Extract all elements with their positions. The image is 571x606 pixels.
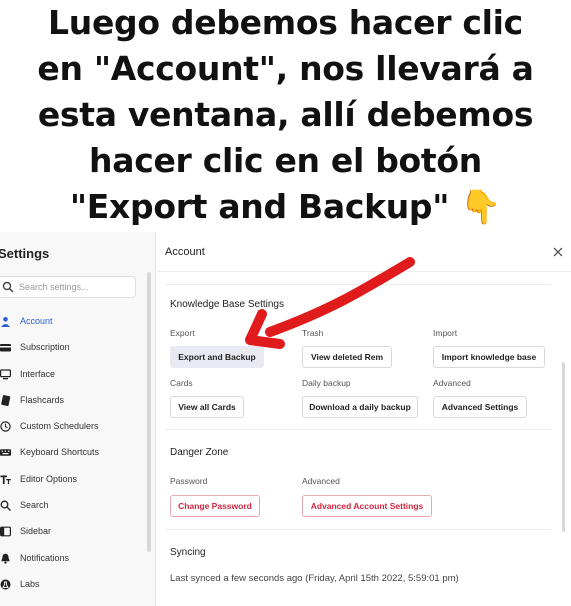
- panel-header: Account: [157, 232, 571, 272]
- import-knowledge-base-button[interactable]: Import knowledge base: [433, 346, 545, 368]
- download-daily-backup-button[interactable]: Download a daily backup: [302, 396, 418, 418]
- view-deleted-rem-button[interactable]: View deleted Rem: [302, 346, 392, 368]
- sidebar-item-label: Custom Schedulers: [20, 421, 99, 432]
- sidebar-item-label: Labs: [20, 578, 40, 589]
- search-icon: [2, 281, 14, 293]
- section-divider: [165, 529, 551, 530]
- knowledge-base-title: Knowledge Base Settings: [170, 299, 284, 310]
- search-icon: [0, 500, 11, 512]
- bell-icon: [1, 553, 10, 564]
- clock-icon: [0, 421, 11, 432]
- sidebar-item-interface[interactable]: Interface: [0, 361, 150, 387]
- caption-line: hacer clic en el botón: [89, 141, 482, 180]
- user-icon: [1, 317, 10, 327]
- sidebar-item-label: Notifications: [20, 552, 70, 563]
- danger-zone-title: Danger Zone: [170, 447, 229, 458]
- section-divider: [165, 284, 551, 285]
- sidebar-item-label: Search: [20, 500, 49, 511]
- sidebar-title: Settings: [0, 246, 50, 261]
- sidebar-item-account[interactable]: Account: [0, 308, 150, 334]
- sidebar-item-keyboard-shortcuts[interactable]: Keyboard Shortcuts: [0, 439, 150, 465]
- caption-line: en "Account", nos llevará a: [37, 49, 534, 88]
- sidebar-item-label: Subscription: [20, 342, 70, 353]
- sidebar-item-label: Keyboard Shortcuts: [20, 447, 100, 458]
- page-title: Account: [165, 246, 205, 258]
- sidebar-icon: [0, 526, 11, 537]
- search-settings-input[interactable]: Search settings...: [0, 276, 136, 298]
- sidebar-item-sidebar[interactable]: Sidebar: [0, 518, 150, 544]
- caption-line: esta ventana, allí debemos: [37, 95, 534, 134]
- sidebar-item-label: Flashcards: [20, 394, 65, 405]
- card-icon: [0, 344, 11, 352]
- view-all-cards-button[interactable]: View all Cards: [170, 396, 244, 418]
- keyboard-icon: [0, 449, 11, 457]
- labs-icon: [0, 579, 11, 590]
- search-placeholder: Search settings...: [19, 282, 89, 292]
- sidebar-item-notifications[interactable]: Notifications: [0, 545, 150, 571]
- monitor-icon: [0, 368, 11, 379]
- change-password-button[interactable]: Change Password: [170, 495, 260, 517]
- cards-label: Cards: [170, 378, 193, 388]
- daily-backup-label: Daily backup: [302, 378, 351, 388]
- advanced-settings-button[interactable]: Advanced Settings: [433, 396, 527, 418]
- sidebar-nav: Account Subscription Interface Flashcard…: [0, 308, 150, 597]
- sidebar-item-flashcards[interactable]: Flashcards: [0, 387, 150, 413]
- sidebar-item-label: Account: [20, 316, 53, 326]
- settings-window: Settings Search settings... Account Subs…: [0, 232, 571, 606]
- close-icon[interactable]: [552, 246, 564, 258]
- caption-line: "Export and Backup" 👇: [69, 187, 502, 226]
- sidebar-scrollbar[interactable]: [147, 272, 151, 552]
- sync-status: Last synced a few seconds ago (Friday, A…: [170, 573, 459, 584]
- sidebar-item-subscription[interactable]: Subscription: [0, 334, 150, 360]
- panel-scrollbar[interactable]: [562, 362, 565, 532]
- flashcards-icon: [1, 394, 11, 406]
- caption-text: Luego debemos hacer clic en "Account", n…: [0, 0, 571, 232]
- export-label: Export: [170, 328, 195, 338]
- text-format-icon: [0, 475, 11, 484]
- trash-label: Trash: [302, 328, 324, 338]
- export-and-backup-button[interactable]: Export and Backup: [170, 346, 264, 368]
- import-label: Import: [433, 328, 458, 338]
- sidebar-item-labs[interactable]: Labs: [0, 571, 150, 597]
- sidebar-item-editor-options[interactable]: Editor Options: [0, 466, 150, 492]
- password-label: Password: [170, 476, 208, 486]
- sidebar-item-custom-schedulers[interactable]: Custom Schedulers: [0, 413, 150, 439]
- settings-sidebar: Settings Search settings... Account Subs…: [0, 232, 156, 606]
- advanced-account-settings-button[interactable]: Advanced Account Settings: [302, 495, 432, 517]
- syncing-title: Syncing: [170, 547, 206, 558]
- sidebar-item-search[interactable]: Search: [0, 492, 150, 518]
- account-settings-panel: Account Knowledge Base Settings Export T…: [157, 232, 571, 606]
- advanced-label: Advanced: [433, 378, 471, 388]
- sidebar-item-label: Editor Options: [20, 473, 78, 484]
- danger-advanced-label: Advanced: [302, 476, 340, 486]
- section-divider: [165, 429, 551, 430]
- caption-line: Luego debemos hacer clic: [48, 3, 523, 42]
- sidebar-item-label: Sidebar: [20, 526, 52, 537]
- sidebar-item-label: Interface: [20, 368, 56, 379]
